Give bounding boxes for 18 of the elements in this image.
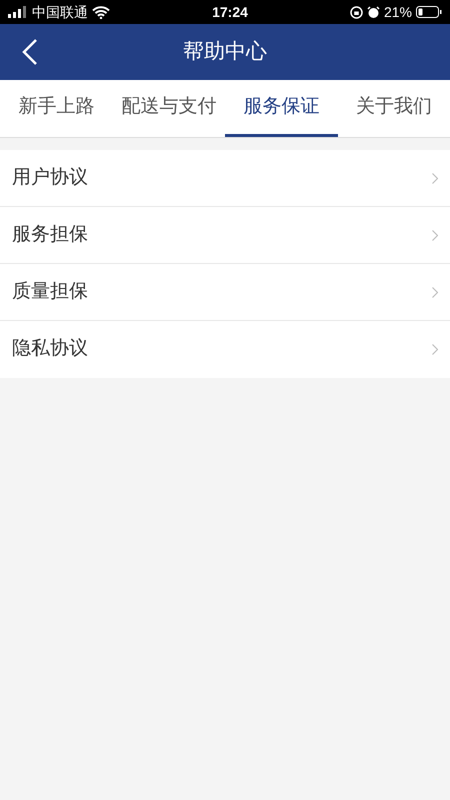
tab[interactable]: 服务保证 bbox=[225, 80, 338, 137]
signal-icon bbox=[8, 6, 28, 18]
battery-icon bbox=[416, 6, 442, 18]
tab[interactable]: 新手上路 bbox=[0, 80, 112, 137]
chevron-icon bbox=[432, 230, 438, 240]
back-button[interactable] bbox=[22, 38, 38, 66]
alarm-icon bbox=[366, 6, 380, 18]
page-title: 帮助中心 bbox=[183, 39, 267, 66]
chevron-icon bbox=[432, 286, 438, 298]
tab[interactable]: 配送与支付 bbox=[112, 80, 225, 137]
battery-percent: 21% bbox=[384, 2, 412, 22]
rotation-lock-icon bbox=[350, 6, 363, 18]
tab[interactable]: 关于我们 bbox=[338, 80, 450, 137]
wifi-icon bbox=[92, 6, 110, 18]
chevron-icon bbox=[432, 172, 438, 184]
carrier-name: 中国联通 bbox=[32, 2, 88, 22]
clock-time: 17:24 bbox=[212, 2, 248, 22]
chevron-icon bbox=[432, 344, 438, 355]
